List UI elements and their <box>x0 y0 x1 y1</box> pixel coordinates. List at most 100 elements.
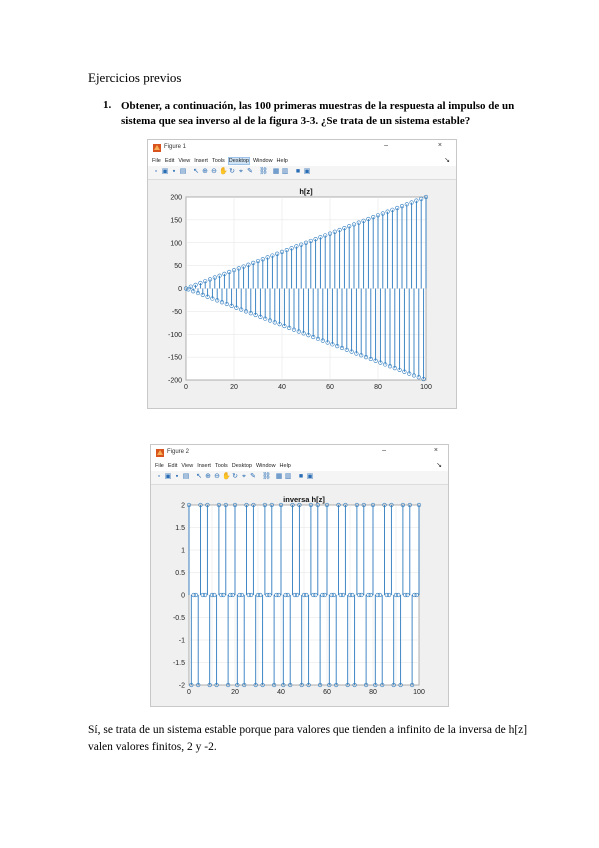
y-tick-label: -100 <box>168 332 182 339</box>
y-tick-label: 0.5 <box>175 570 185 577</box>
y-tick-label: 0 <box>178 286 182 293</box>
x-tick-label: 80 <box>374 384 382 391</box>
y-tick-label: 1.5 <box>175 525 185 532</box>
y-tick-label: -1 <box>179 638 185 645</box>
minimize-button[interactable]: – <box>384 142 388 149</box>
save-icon[interactable]: ▪ <box>170 168 178 176</box>
y-tick-label: -1.5 <box>173 660 185 667</box>
question-number: 1. <box>103 99 112 111</box>
rotate-icon[interactable]: ↻ <box>231 473 239 481</box>
new-figure-icon[interactable]: ▫ <box>155 473 163 481</box>
menu-desktop[interactable]: Desktop <box>232 463 252 469</box>
y-tick-label: 1 <box>181 548 185 555</box>
y-tick-label: -2 <box>179 683 185 690</box>
show-plot-tools-icon[interactable]: ▣ <box>306 473 314 481</box>
y-tick-label: 2 <box>181 503 185 510</box>
menu-insert[interactable]: Insert <box>197 463 211 469</box>
menu-insert[interactable]: Insert <box>194 158 208 164</box>
data-cursor-icon[interactable]: ⌖ <box>240 473 248 481</box>
menu-window[interactable]: Window <box>256 463 276 469</box>
insert-legend-icon[interactable]: ▥ <box>284 473 292 481</box>
x-tick-label: 40 <box>277 689 285 696</box>
open-file-icon[interactable]: ▣ <box>161 168 169 176</box>
toolbar: ▫ ▣ ▪ ▤ ↖ ⊕ ⊖ ✋ ↻ ⌖ ✎ ⛓ ▦ ▥ ■ ▣ <box>148 166 456 180</box>
print-icon[interactable]: ▤ <box>182 473 190 481</box>
window-title: Figure 1 <box>164 144 187 150</box>
y-tick-label: 0 <box>181 593 185 600</box>
menu-tools[interactable]: Tools <box>215 463 228 469</box>
plot-title: inversa h[z] <box>283 495 325 504</box>
matlab-icon <box>153 144 161 152</box>
menu-file[interactable]: File <box>152 158 161 164</box>
save-icon[interactable]: ▪ <box>173 473 181 481</box>
zoom-out-icon[interactable]: ⊖ <box>210 168 218 176</box>
close-button[interactable]: × <box>434 447 438 454</box>
plot-area: 0 20 40 60 80 100 200 150 100 50 0 -50 -100 -150 -200 h… <box>148 180 456 408</box>
link-icon[interactable]: ⛓ <box>262 473 271 481</box>
link-icon[interactable]: ⛓ <box>259 168 268 176</box>
pointer-icon[interactable]: ↖ <box>195 473 203 481</box>
brush-icon[interactable]: ✎ <box>249 473 257 481</box>
x-tick-label: 20 <box>230 384 238 391</box>
figure-1-window: Figure 1 – × File Edit View Insert Tools Desk… <box>147 139 457 409</box>
x-tick-label: 100 <box>413 689 425 696</box>
menu-tools[interactable]: Tools <box>212 158 225 164</box>
x-tick-label: 60 <box>323 689 331 696</box>
question-text: Obtener, a continuación, las 100 primera… <box>121 100 515 127</box>
menu-edit[interactable]: Edit <box>165 158 174 164</box>
matlab-icon <box>156 449 164 457</box>
chart-h-z: 0 20 40 60 80 100 200 150 100 50 0 -50 -100 -150 -200 h… <box>168 187 432 391</box>
hide-plot-tools-icon[interactable]: ■ <box>294 168 302 176</box>
y-tick-label: 200 <box>170 195 182 202</box>
show-plot-tools-icon[interactable]: ▣ <box>303 168 311 176</box>
new-figure-icon[interactable]: ▫ <box>152 168 160 176</box>
y-tick-label: 50 <box>174 263 182 270</box>
y-tick-label: -50 <box>172 309 182 316</box>
y-tick-label: -0.5 <box>173 615 185 622</box>
menu-window[interactable]: Window <box>253 158 273 164</box>
insert-legend-icon[interactable]: ▥ <box>281 168 289 176</box>
x-tick-label: 20 <box>231 689 239 696</box>
rotate-icon[interactable]: ↻ <box>228 168 236 176</box>
x-tick-label: 0 <box>187 689 191 696</box>
hide-plot-tools-icon[interactable]: ■ <box>297 473 305 481</box>
brush-icon[interactable]: ✎ <box>246 168 254 176</box>
insert-colorbar-icon[interactable]: ▦ <box>275 473 283 481</box>
insert-colorbar-icon[interactable]: ▦ <box>272 168 280 176</box>
x-tick-label: 80 <box>369 689 377 696</box>
minimize-button[interactable]: – <box>382 447 386 454</box>
menu-file[interactable]: File <box>155 463 164 469</box>
menu-edit[interactable]: Edit <box>168 463 177 469</box>
zoom-in-icon[interactable]: ⊕ <box>201 168 209 176</box>
y-tick-label: -200 <box>168 378 182 385</box>
zoom-out-icon[interactable]: ⊖ <box>213 473 221 481</box>
y-tick-label: -150 <box>168 355 182 362</box>
dock-icon[interactable]: ↘ <box>436 461 442 469</box>
menu-help[interactable]: Help <box>277 158 288 164</box>
data-cursor-icon[interactable]: ⌖ <box>237 168 245 176</box>
menu-bar: File Edit View Insert Tools Desktop Window Help… <box>151 461 448 471</box>
menu-help[interactable]: Help <box>280 463 291 469</box>
plot-title: h[z] <box>299 187 313 196</box>
x-tick-label: 100 <box>420 384 432 391</box>
pan-icon[interactable]: ✋ <box>219 168 228 176</box>
plot-area: 0 20 40 60 80 100 2 1.5 1 0.5 0 -0.5 -1 -1.5 -2 inversa… <box>151 485 448 706</box>
menu-bar: File Edit View Insert Tools Desktop Window Help… <box>148 156 456 166</box>
close-button[interactable]: × <box>438 142 442 149</box>
print-icon[interactable]: ▤ <box>179 168 187 176</box>
x-tick-label: 0 <box>184 384 188 391</box>
pointer-icon[interactable]: ↖ <box>192 168 200 176</box>
title-bar: Figure 2 – × <box>151 445 448 461</box>
menu-desktop[interactable]: Desktop <box>227 157 250 165</box>
window-title: Figure 2 <box>167 449 190 455</box>
menu-view[interactable]: View <box>178 158 190 164</box>
zoom-in-icon[interactable]: ⊕ <box>204 473 212 481</box>
y-tick-label: 150 <box>170 217 182 224</box>
answer-text: Sí, se trata de un sistema estable porqu… <box>88 724 528 753</box>
open-file-icon[interactable]: ▣ <box>164 473 172 481</box>
section-heading: Ejercicios previos <box>88 70 182 85</box>
menu-view[interactable]: View <box>181 463 193 469</box>
dock-icon[interactable]: ↘ <box>444 156 450 164</box>
pan-icon[interactable]: ✋ <box>222 473 231 481</box>
title-bar: Figure 1 – × <box>148 140 456 156</box>
